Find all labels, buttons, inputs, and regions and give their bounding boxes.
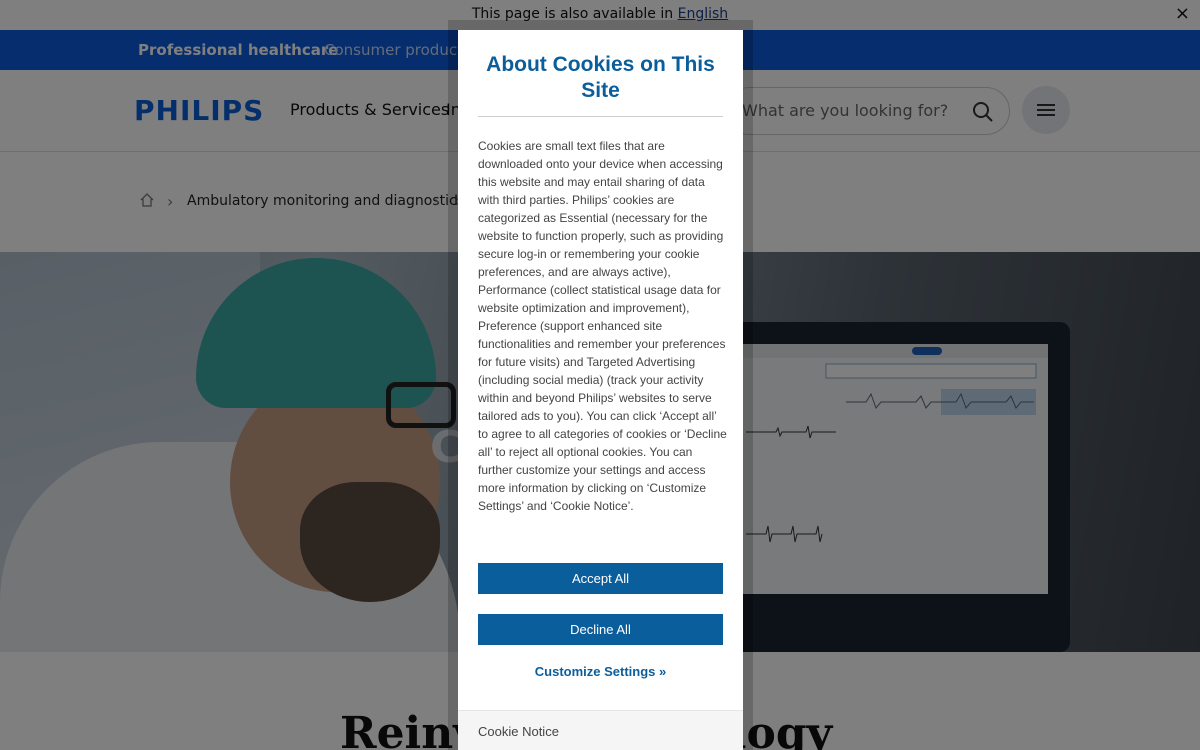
cookie-notice-link[interactable]: Cookie Notice <box>478 724 559 739</box>
customize-settings-link[interactable]: Customize Settings » <box>478 664 723 679</box>
cookie-modal-description: Cookies are small text files that are do… <box>478 139 727 513</box>
divider <box>478 116 723 117</box>
decline-all-button[interactable]: Decline All <box>478 614 723 645</box>
cookie-modal-title: About Cookies on This Site <box>486 53 715 102</box>
accept-all-button[interactable]: Accept All <box>478 563 723 594</box>
cookie-consent-modal: About Cookies on This Site Cookies are s… <box>458 30 743 750</box>
cookie-notice-footer: Cookie Notice <box>458 710 743 750</box>
